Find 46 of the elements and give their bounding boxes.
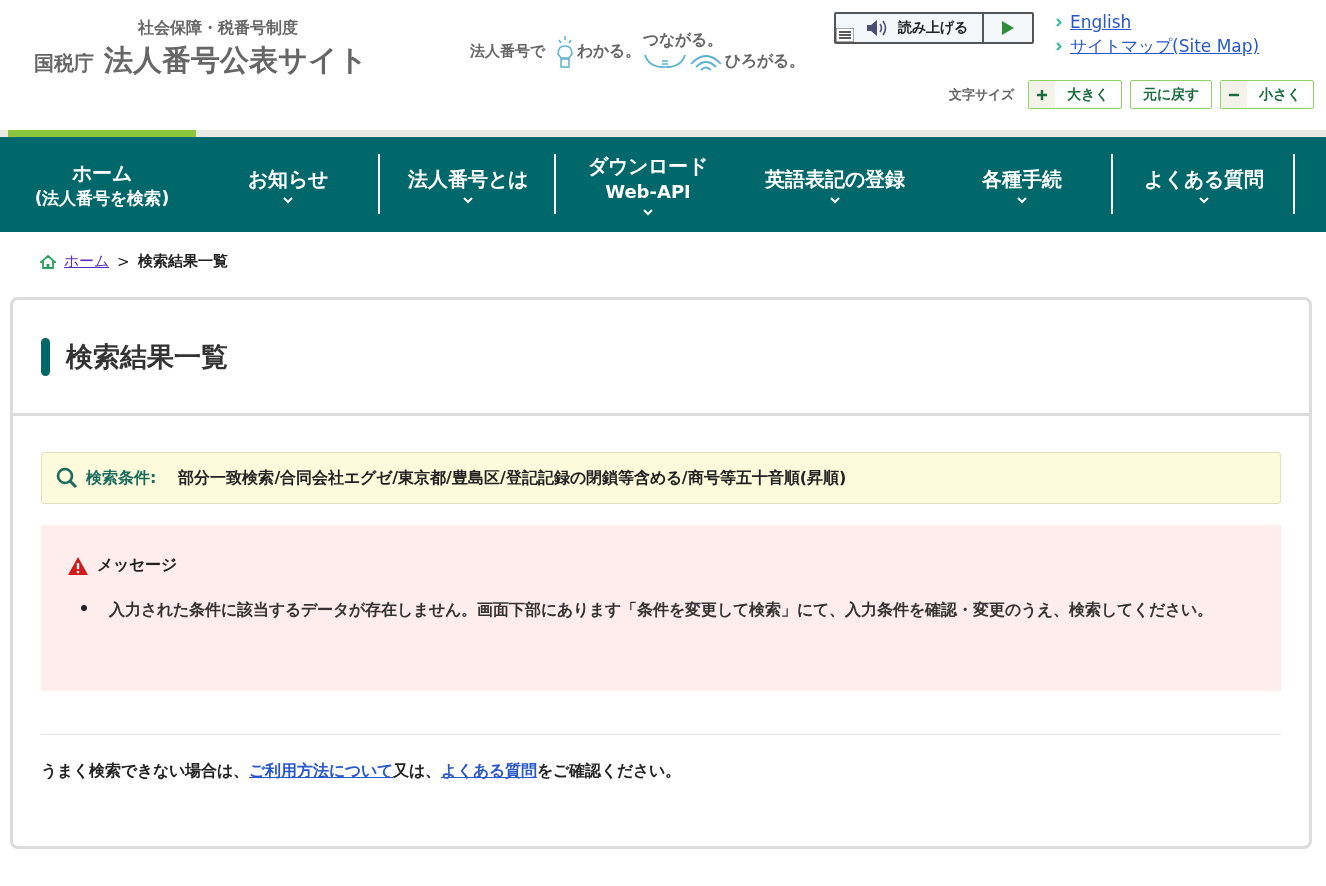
plus-icon [1035, 87, 1049, 102]
slogan-text: 法人番号で [470, 41, 545, 61]
help-link[interactable]: よくある質問 [441, 761, 537, 780]
chevron-right-icon [1056, 17, 1062, 27]
site-title: 法人番号公表サイト [104, 42, 368, 79]
message-text: 入力された条件に該当するデータが存在しません。画面下部にあります「条件を変更して検索」にて、入力条件を確認・変更のうえ、検索してください。 [109, 599, 1213, 621]
chevron-down-icon [463, 196, 473, 204]
breadcrumb-current: 検索結果一覧 [137, 252, 228, 271]
chevron-down-icon [283, 196, 293, 204]
font-size-button[interactable]: 元に戻す [1130, 80, 1212, 109]
home-icon [40, 254, 56, 269]
header-link[interactable]: サイトマップ(Site Map) [1070, 35, 1260, 58]
chevron-down-icon [1199, 196, 1209, 204]
breadcrumb-link[interactable]: ホーム [64, 252, 109, 271]
play-button[interactable] [984, 14, 1032, 42]
chevron-down-icon [1016, 196, 1027, 204]
help-link[interactable]: ご利用方法について [249, 761, 393, 780]
font-size-button[interactable]: 小さく [1220, 80, 1314, 109]
slogan-text: わかる。 [577, 40, 641, 62]
warning-icon [67, 555, 89, 576]
lightbulb-icon [555, 34, 575, 68]
font-size-label: 文字サイズ [949, 85, 1014, 104]
conditions-text: 部分一致検索/合同会社エグゼ/東京都/豊島区/登記記録の閉鎖等含める/商号等五十音順(昇順) [178, 467, 847, 489]
title-marker [41, 337, 50, 376]
chevron-right-icon [1056, 42, 1062, 51]
bullet-icon [81, 605, 87, 611]
hands-icon [643, 52, 687, 71]
font-size-button[interactable]: 大きく [1028, 80, 1122, 109]
agency-name: 国税庁 [34, 50, 94, 77]
page-title: 検索結果一覧 [66, 339, 228, 374]
logo-subtitle: 社会保障・税番号制度 [137, 18, 299, 39]
help-text: うまく検索できない場合は、ご利用方法について又は、よくある質問をご確認ください。 [41, 761, 682, 782]
header-link[interactable]: English [1070, 12, 1132, 32]
slogan-text: ひろがる。 [725, 51, 805, 72]
message-title: メッセージ [97, 555, 177, 576]
slogan-text: つながる。 [643, 30, 724, 51]
play-icon [1001, 20, 1015, 36]
chevron-down-icon [830, 196, 840, 204]
speaker-icon [866, 19, 888, 37]
chevron-down-icon [643, 208, 653, 216]
conditions-label: 検索条件: [86, 467, 157, 489]
nav-item[interactable]: ダウンロード Web-API [556, 130, 740, 232]
breadcrumb-separator: > [117, 252, 130, 271]
search-icon [56, 467, 78, 489]
nav-item[interactable]: 英語表記の登録 [740, 130, 930, 232]
read-aloud-button[interactable]: 読み上げる [836, 14, 984, 42]
